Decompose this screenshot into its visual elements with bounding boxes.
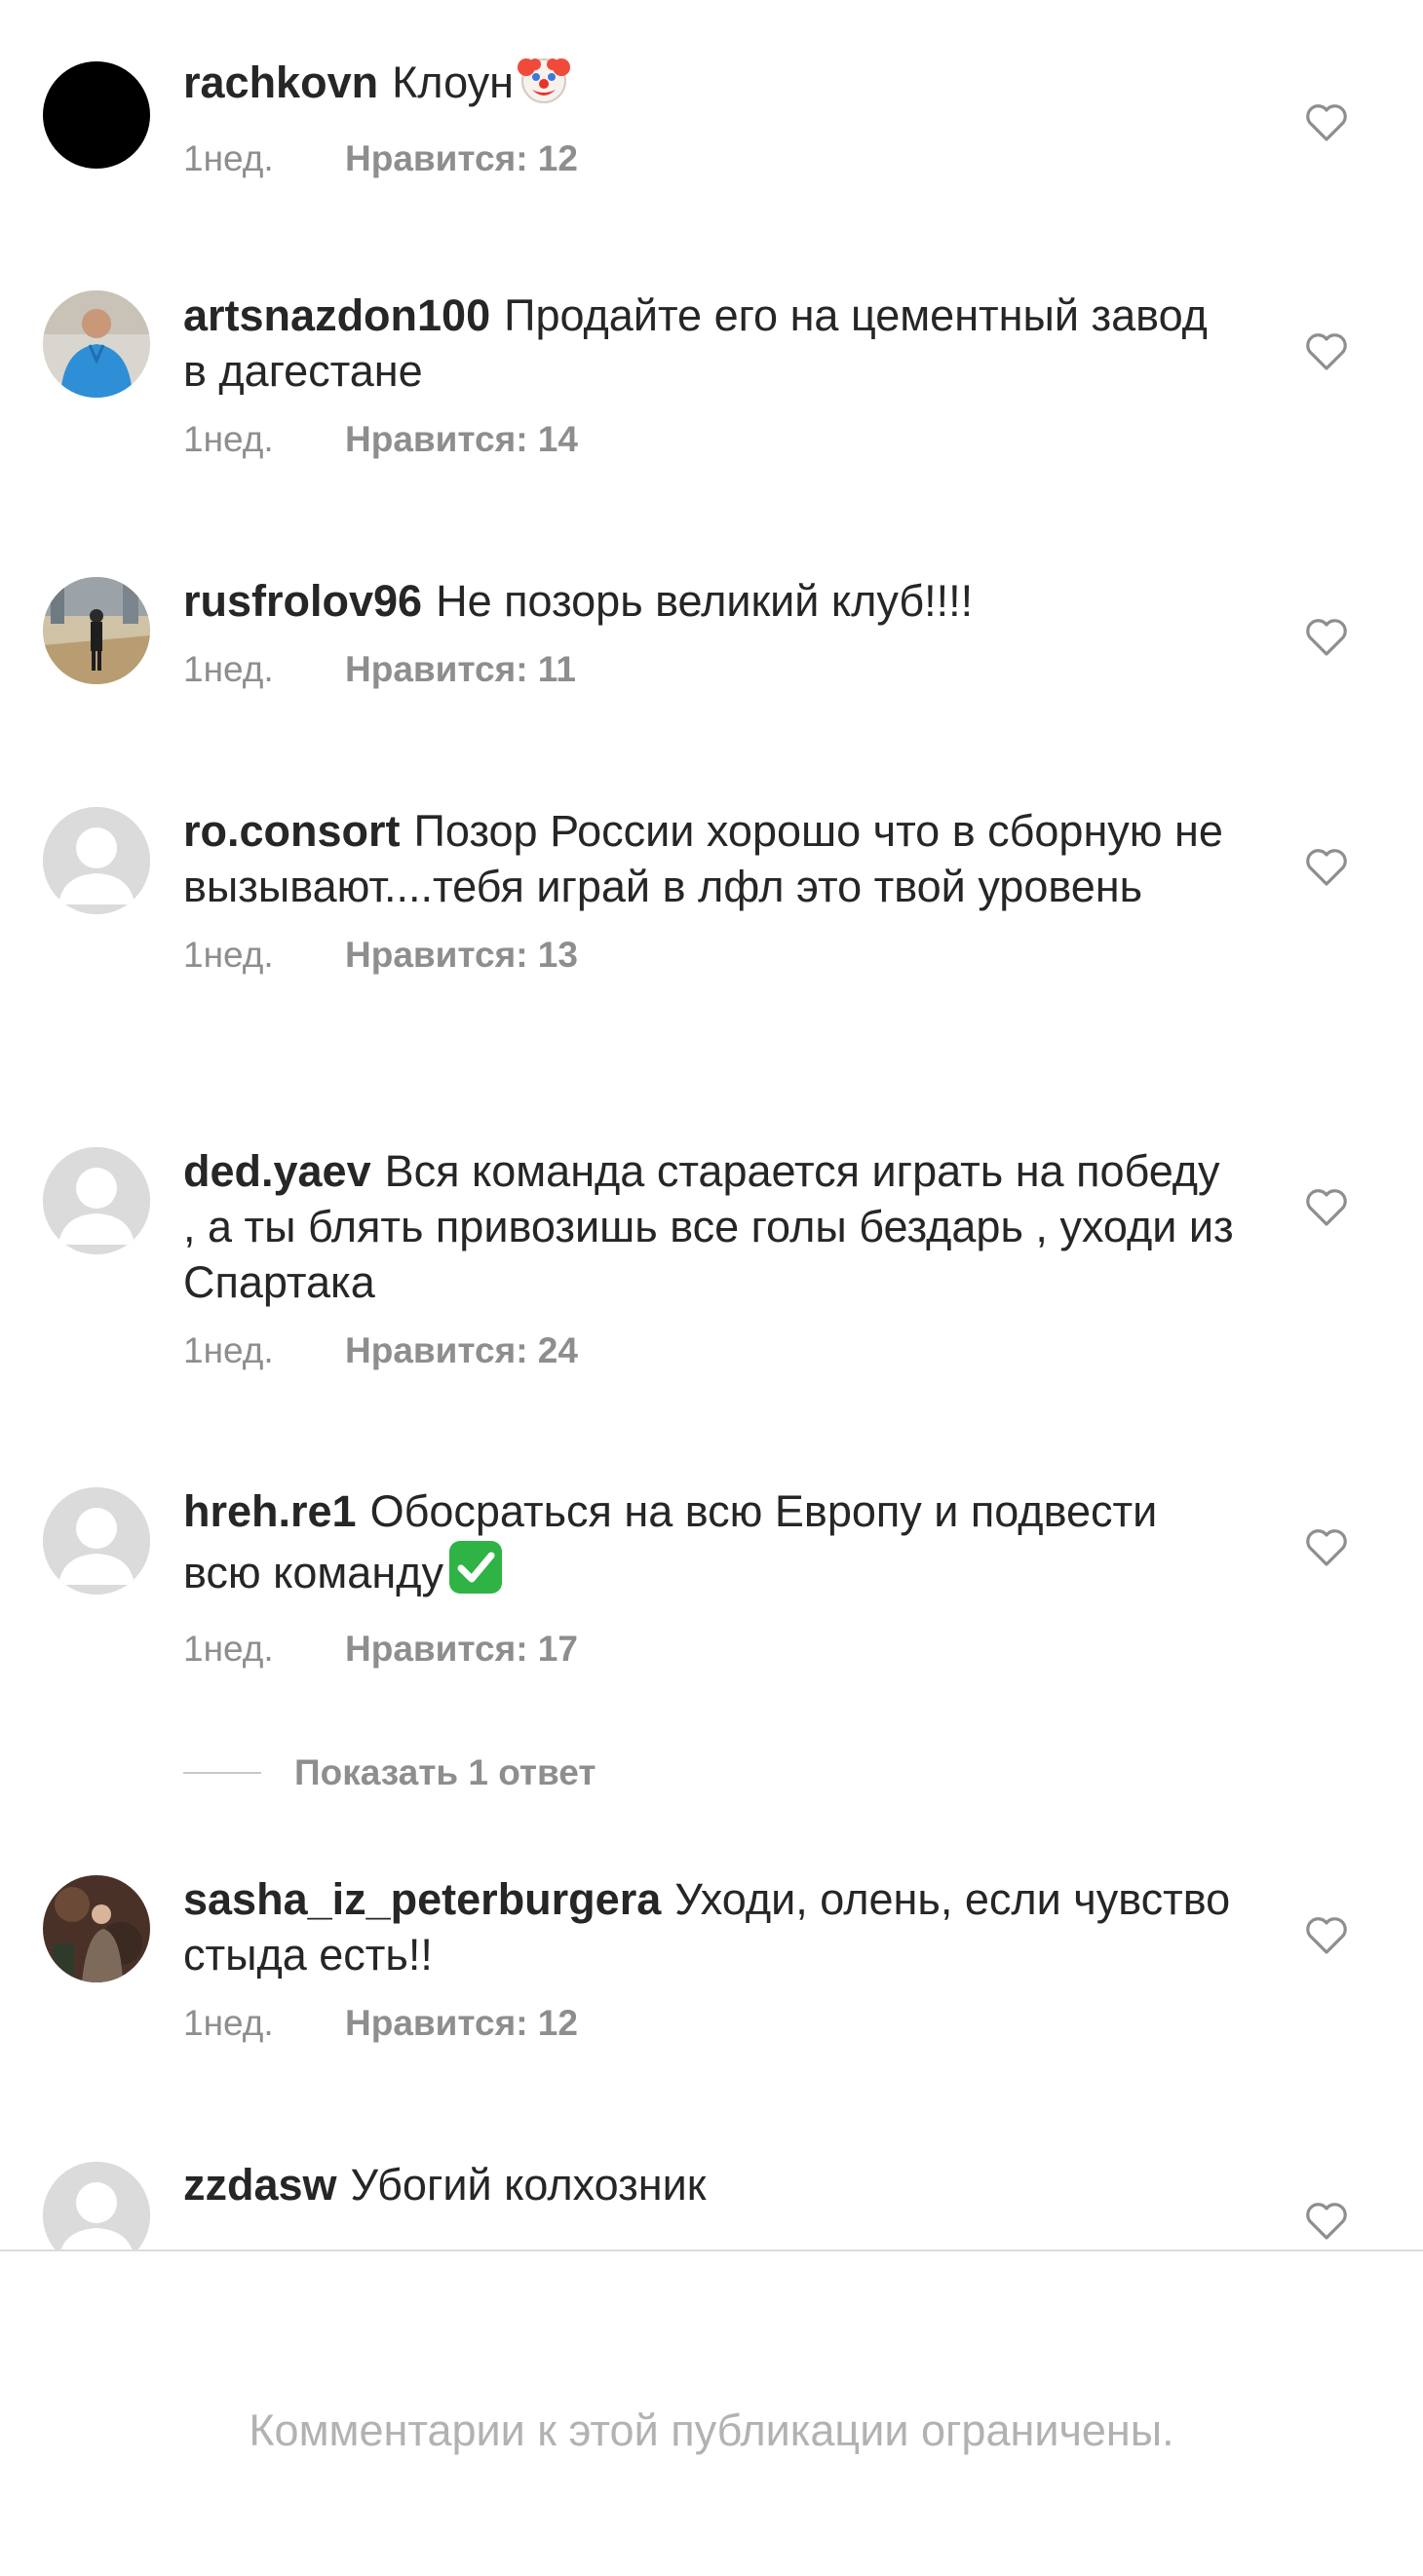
comment-likes[interactable]: Нравится: 13 <box>345 935 578 975</box>
view-replies-label: Показать 1 ответ <box>294 1752 596 1792</box>
comment-body: sasha_iz_peterburgera Уходи, олень, если … <box>183 1871 1236 2045</box>
comment-likes[interactable]: Нравится: 11 <box>345 649 576 689</box>
comment-text: Убогий колхозник <box>350 2160 707 2210</box>
check-mark-button-emoji <box>447 1539 504 1608</box>
comment-meta: 1нед. Нравится: 24 <box>183 1329 1236 1372</box>
avatar[interactable] <box>43 807 150 914</box>
avatar[interactable] <box>43 1487 150 1595</box>
avatar[interactable] <box>43 1147 150 1254</box>
comment-likes[interactable]: Нравится: 24 <box>345 1330 578 1370</box>
heart-icon[interactable] <box>1304 847 1349 888</box>
avatar[interactable] <box>43 290 150 398</box>
comment-text-block: rusfrolov96 Не позорь великий клуб!!!! <box>183 573 1236 629</box>
comment-time: 1нед. <box>183 419 274 459</box>
comment-body: hreh.re1 Обосраться на всю Европу и подве… <box>183 1483 1236 1671</box>
replies-divider-line <box>183 1772 261 1774</box>
comment-username[interactable]: zzdasw <box>183 2160 337 2210</box>
heart-icon[interactable] <box>1304 102 1349 143</box>
comment-body: rusfrolov96 Не позорь великий клуб!!!! 1н… <box>183 573 1236 691</box>
comment-body: ro.consort Позор России хорошо что в сбор… <box>183 803 1236 977</box>
comment-time: 1нед. <box>183 649 274 689</box>
heart-icon[interactable] <box>1304 1915 1349 1956</box>
comment-username[interactable]: ro.consort <box>183 806 401 856</box>
clown-face-emoji <box>517 53 570 118</box>
comment-text-block: hreh.re1 Обосраться на всю Европу и подве… <box>183 1483 1236 1608</box>
comment-likes[interactable]: Нравится: 17 <box>345 1629 578 1669</box>
heart-icon[interactable] <box>1304 1527 1349 1568</box>
comment-meta: 1нед. Нравится: 13 <box>183 934 1236 977</box>
comment-time: 1нед. <box>183 935 274 975</box>
comment-username[interactable]: rusfrolov96 <box>183 576 422 626</box>
comment-username[interactable]: hreh.re1 <box>183 1486 357 1536</box>
comments-restricted-notice: Комментарии к этой публикации ограничены… <box>249 2405 1174 2455</box>
comment-list: rachkovn Клоун 1нед. Нравится: 12 artsnazd… <box>0 0 1423 2249</box>
avatar[interactable] <box>43 2162 150 2249</box>
comment-username[interactable]: rachkovn <box>183 58 378 107</box>
comment-body: zzdasw Убогий колхозник <box>183 2157 1236 2212</box>
avatar[interactable] <box>43 61 150 169</box>
view-replies-button[interactable]: Показать 1 ответ <box>183 1749 596 1797</box>
avatar[interactable] <box>43 577 150 684</box>
comment-text-block: ro.consort Позор России хорошо что в сбор… <box>183 803 1236 914</box>
comment-time: 1нед. <box>183 138 274 178</box>
comment-username[interactable]: sasha_iz_peterburgera <box>183 1874 661 1924</box>
heart-icon[interactable] <box>1304 2201 1349 2242</box>
comment-text-block: artsnazdon100 Продайте его на цементный з… <box>183 288 1236 399</box>
comment-meta: 1нед. Нравится: 11 <box>183 648 1236 691</box>
comment-body: artsnazdon100 Продайте его на цементный з… <box>183 288 1236 461</box>
comment-text-block: ded.yaev Вся команда старается играть на … <box>183 1143 1236 1310</box>
comment-time: 1нед. <box>183 1629 274 1669</box>
comment-text-block: sasha_iz_peterburgera Уходи, олень, если … <box>183 1871 1236 1982</box>
comment-username[interactable]: artsnazdon100 <box>183 290 490 340</box>
comment-text-block: rachkovn Клоун <box>183 53 1236 118</box>
comment-body: rachkovn Клоун 1нед. Нравится: 12 <box>183 53 1236 180</box>
comment-text: Не позорь великий клуб!!!! <box>436 576 974 626</box>
comment-username[interactable]: ded.yaev <box>183 1146 371 1196</box>
comment-likes[interactable]: Нравится: 14 <box>345 419 578 459</box>
avatar[interactable] <box>43 1875 150 1982</box>
comment-likes[interactable]: Нравится: 12 <box>345 2003 578 2043</box>
comment-meta: 1нед. Нравится: 12 <box>183 2002 1236 2045</box>
footer-divider <box>0 2249 1423 2251</box>
comment-meta: 1нед. Нравится: 17 <box>183 1628 1236 1671</box>
comment-time: 1нед. <box>183 1330 274 1370</box>
heart-icon[interactable] <box>1304 617 1349 658</box>
comment-time: 1нед. <box>183 2003 274 2043</box>
comment-body: ded.yaev Вся команда старается играть на … <box>183 1143 1236 1372</box>
heart-icon[interactable] <box>1304 1187 1349 1228</box>
comment-text: Клоун <box>392 58 514 107</box>
heart-icon[interactable] <box>1304 331 1349 372</box>
comment-meta: 1нед. Нравится: 14 <box>183 418 1236 461</box>
comment-text-block: zzdasw Убогий колхозник <box>183 2157 1236 2212</box>
comment-likes[interactable]: Нравится: 12 <box>345 138 578 178</box>
comment-meta: 1нед. Нравится: 12 <box>183 137 1236 180</box>
